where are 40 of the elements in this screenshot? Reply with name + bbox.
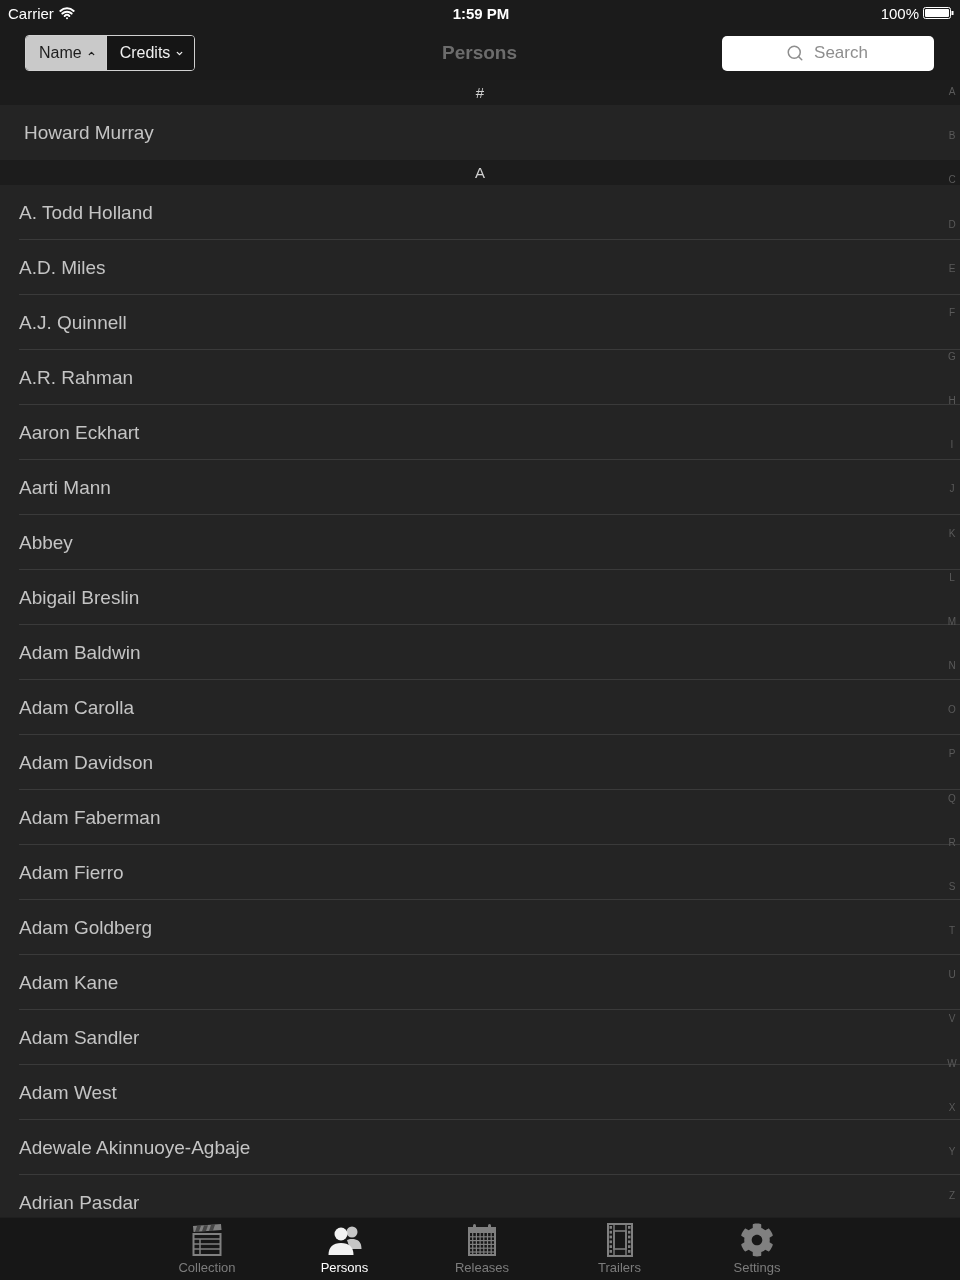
wifi-icon (58, 5, 75, 21)
screen-title: Persons (442, 42, 517, 64)
person-row[interactable]: Adam Faberman (0, 790, 942, 845)
person-row[interactable]: Aaron Eckhart (0, 405, 942, 460)
person-row[interactable]: Adam West (0, 1065, 942, 1120)
tab-bar-item[interactable]: Persons (275, 1218, 414, 1280)
calendar-icon (465, 1223, 499, 1257)
index-letter[interactable]: C (948, 158, 956, 203)
sort-segment[interactable]: Name (26, 36, 106, 70)
person-row[interactable]: Adam Davidson (0, 735, 942, 790)
tab-bar-item[interactable]: Trailers (550, 1218, 689, 1280)
person-row[interactable]: A.R. Rahman (0, 350, 942, 405)
tab-bar-item[interactable]: Releases (413, 1218, 551, 1280)
person-row[interactable]: Adam Fierro (0, 845, 942, 900)
person-row[interactable]: Howard Murray (0, 105, 942, 160)
tab-bar-item[interactable]: Collection (138, 1218, 276, 1280)
person-row[interactable]: A. Todd Holland (0, 185, 942, 240)
person-row[interactable]: A.J. Quinnell (0, 295, 942, 350)
gear-icon (740, 1223, 774, 1257)
index-letter[interactable]: A (948, 70, 956, 115)
person-row[interactable]: Adam Goldberg (0, 900, 942, 955)
person-row[interactable]: Adrian Pasdar (0, 1175, 942, 1217)
clapperboard-icon (190, 1223, 224, 1257)
person-row[interactable]: A.D. Miles (0, 240, 942, 295)
person-row[interactable]: Abbey (0, 515, 942, 570)
person-row[interactable]: Adam Sandler (0, 1010, 942, 1065)
battery-icon (923, 7, 954, 19)
search-field[interactable]: Search (722, 35, 934, 71)
person-row[interactable]: Aarti Mann (0, 460, 942, 515)
sort-segment[interactable]: Credits (105, 36, 195, 70)
tab-bar-item[interactable]: Settings (688, 1218, 826, 1280)
person-row[interactable]: Abigail Breslin (0, 570, 942, 625)
search-icon (786, 43, 804, 62)
person-row[interactable]: Adam Baldwin (0, 625, 942, 680)
person-row[interactable]: Adam Carolla (0, 680, 942, 735)
battery-percent: 100% (880, 4, 919, 22)
person-row[interactable]: Adam Kane (0, 955, 942, 1010)
status-time: 1:59 PM (452, 4, 510, 22)
person-row[interactable]: Adewale Akinnuoye-Agbaje (0, 1120, 942, 1175)
carrier-label: Carrier (8, 4, 54, 22)
